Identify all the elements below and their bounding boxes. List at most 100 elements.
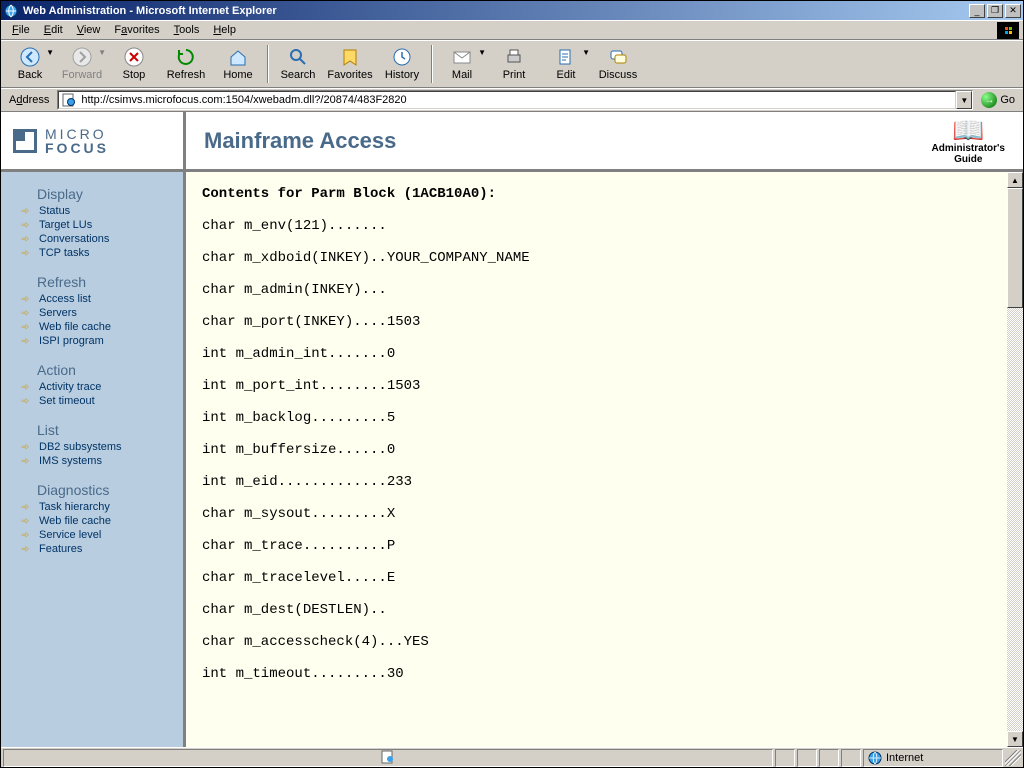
nav-link-label: Service level <box>39 529 101 541</box>
print-button[interactable]: Print <box>489 42 539 86</box>
history-button[interactable]: History <box>377 42 427 86</box>
parm-line: int m_timeout.........30 <box>202 666 404 682</box>
status-zone: Internet <box>863 749 1003 767</box>
parm-line: char m_tracelevel.....E <box>202 570 395 586</box>
nav-link-target-lus[interactable]: ➾Target LUs <box>21 218 173 232</box>
admin-guide-link[interactable]: 📖 Administrator's Guide <box>931 117 1005 165</box>
vertical-scrollbar[interactable]: ▲ ▼ <box>1007 172 1023 747</box>
nav-link-task-hierarchy[interactable]: ➾Task hierarchy <box>21 500 173 514</box>
nav-link-label: ISPI program <box>39 335 104 347</box>
nav-link-conversations[interactable]: ➾Conversations <box>21 232 173 246</box>
main-body: Contents for Parm Block (1ACB10A0): char… <box>186 172 1023 747</box>
mail-button[interactable]: Mail▼ <box>437 42 487 86</box>
separator <box>267 45 269 83</box>
address-combo[interactable]: ▼ <box>57 90 973 110</box>
page-title: Mainframe Access <box>204 128 396 154</box>
search-icon <box>288 47 308 67</box>
refresh-icon <box>176 47 196 67</box>
nav-link-label: Task hierarchy <box>39 501 110 513</box>
maximize-button[interactable]: ❐ <box>987 4 1003 18</box>
nav-link-db2-subsystems[interactable]: ➾DB2 subsystems <box>21 440 173 454</box>
refresh-button[interactable]: Refresh <box>161 42 211 86</box>
mail-icon <box>452 47 472 67</box>
parm-line: char m_sysout.........X <box>202 506 395 522</box>
nav-link-tcp-tasks[interactable]: ➾TCP tasks <box>21 246 173 260</box>
forward-button[interactable]: Forward▼ <box>57 42 107 86</box>
window-title: Web Administration - Microsoft Internet … <box>23 5 969 17</box>
nav-link-activity-trace[interactable]: ➾Activity trace <box>21 380 173 394</box>
nav-link-servers[interactable]: ➾Servers <box>21 306 173 320</box>
logo-mark-icon <box>13 129 37 153</box>
parm-line: char m_accesscheck(4)...YES <box>202 634 429 650</box>
arrow-icon: ➾ <box>21 442 35 453</box>
print-icon <box>504 47 524 67</box>
menu-view[interactable]: View <box>70 22 108 38</box>
nav-link-label: Features <box>39 543 82 555</box>
scroll-up-button[interactable]: ▲ <box>1007 172 1023 188</box>
chevron-down-icon[interactable]: ▼ <box>98 48 106 57</box>
main: Mainframe Access 📖 Administrator's Guide… <box>186 112 1023 747</box>
parm-line: int m_admin_int.......0 <box>202 346 395 362</box>
nav-link-label: Web file cache <box>39 515 111 527</box>
close-button[interactable]: ✕ <box>1005 4 1021 18</box>
titlebar: Web Administration - Microsoft Internet … <box>1 1 1023 20</box>
search-button[interactable]: Search <box>273 42 323 86</box>
chevron-down-icon[interactable]: ▼ <box>478 48 486 57</box>
menu-favorites[interactable]: Favorites <box>107 22 166 38</box>
favorites-icon <box>340 47 360 67</box>
nav-link-service-level[interactable]: ➾ Service level <box>21 528 173 542</box>
nav-group-title: Refresh <box>37 274 173 290</box>
nav-link-label: TCP tasks <box>39 247 90 259</box>
nav-group-title: Action <box>37 362 173 378</box>
menu-file[interactable]: File <box>5 22 37 38</box>
nav-link-label: IMS systems <box>39 455 102 467</box>
scroll-down-button[interactable]: ▼ <box>1007 731 1023 747</box>
ie-icon <box>3 3 19 19</box>
nav-link-web-file-cache[interactable]: ➾Web file cache <box>21 320 173 334</box>
scroll-track[interactable] <box>1007 188 1023 731</box>
resize-grip[interactable] <box>1005 750 1021 766</box>
nav-link-set-timeout[interactable]: ➾Set timeout <box>21 394 173 408</box>
menu-edit[interactable]: Edit <box>37 22 70 38</box>
address-dropdown-button[interactable]: ▼ <box>956 91 972 109</box>
browser-viewport: MICRO FOCUS Display➾Status➾Target LUs➾Co… <box>1 112 1023 747</box>
nav-link-status[interactable]: ➾Status <box>21 204 173 218</box>
arrow-icon: ➾ <box>21 206 35 217</box>
arrow-icon: ➾ <box>21 530 35 541</box>
home-button[interactable]: Home <box>213 42 263 86</box>
chevron-down-icon[interactable]: ▼ <box>46 48 54 57</box>
stop-button[interactable]: Stop <box>109 42 159 86</box>
nav-link-ims-systems[interactable]: ➾IMS systems <box>21 454 173 468</box>
nav-link-ispi-program[interactable]: ➾ISPI program <box>21 334 173 348</box>
menu-help[interactable]: Help <box>206 22 243 38</box>
zone-text: Internet <box>886 752 923 764</box>
parm-line: char m_admin(INKEY)... <box>202 282 387 298</box>
ie-window: Web Administration - Microsoft Internet … <box>0 0 1024 768</box>
back-button[interactable]: Back▼ <box>5 42 55 86</box>
nav-link-label: Activity trace <box>39 381 101 393</box>
arrow-icon: ➾ <box>21 234 35 245</box>
nav-link-access-list[interactable]: ➾Access list <box>21 292 173 306</box>
favorites-button[interactable]: Favorites <box>325 42 375 86</box>
sidebar: MICRO FOCUS Display➾Status➾Target LUs➾Co… <box>1 112 186 747</box>
go-button[interactable]: → Go <box>977 92 1019 108</box>
page-icon <box>381 750 395 764</box>
minimize-button[interactable]: _ <box>969 4 985 18</box>
menu-tools[interactable]: Tools <box>167 22 207 38</box>
internet-zone-icon <box>868 751 882 765</box>
admin-guide-label: Administrator's Guide <box>931 143 1005 165</box>
nav-link-features[interactable]: ➾Features <box>21 542 173 556</box>
scroll-thumb[interactable] <box>1007 188 1023 308</box>
parm-line: int m_eid.............233 <box>202 474 412 490</box>
address-input[interactable] <box>81 94 953 106</box>
discuss-icon <box>608 47 628 67</box>
discuss-button[interactable]: Discuss <box>593 42 643 86</box>
arrow-icon: ➾ <box>21 322 35 333</box>
status-cell <box>775 749 795 767</box>
edit-button[interactable]: Edit▼ <box>541 42 591 86</box>
page-icon <box>61 92 77 108</box>
home-icon <box>228 47 248 67</box>
chevron-down-icon[interactable]: ▼ <box>582 48 590 57</box>
parm-heading: Contents for Parm Block (1ACB10A0): <box>202 186 496 202</box>
nav-link-web-file-cache[interactable]: ➾Web file cache <box>21 514 173 528</box>
